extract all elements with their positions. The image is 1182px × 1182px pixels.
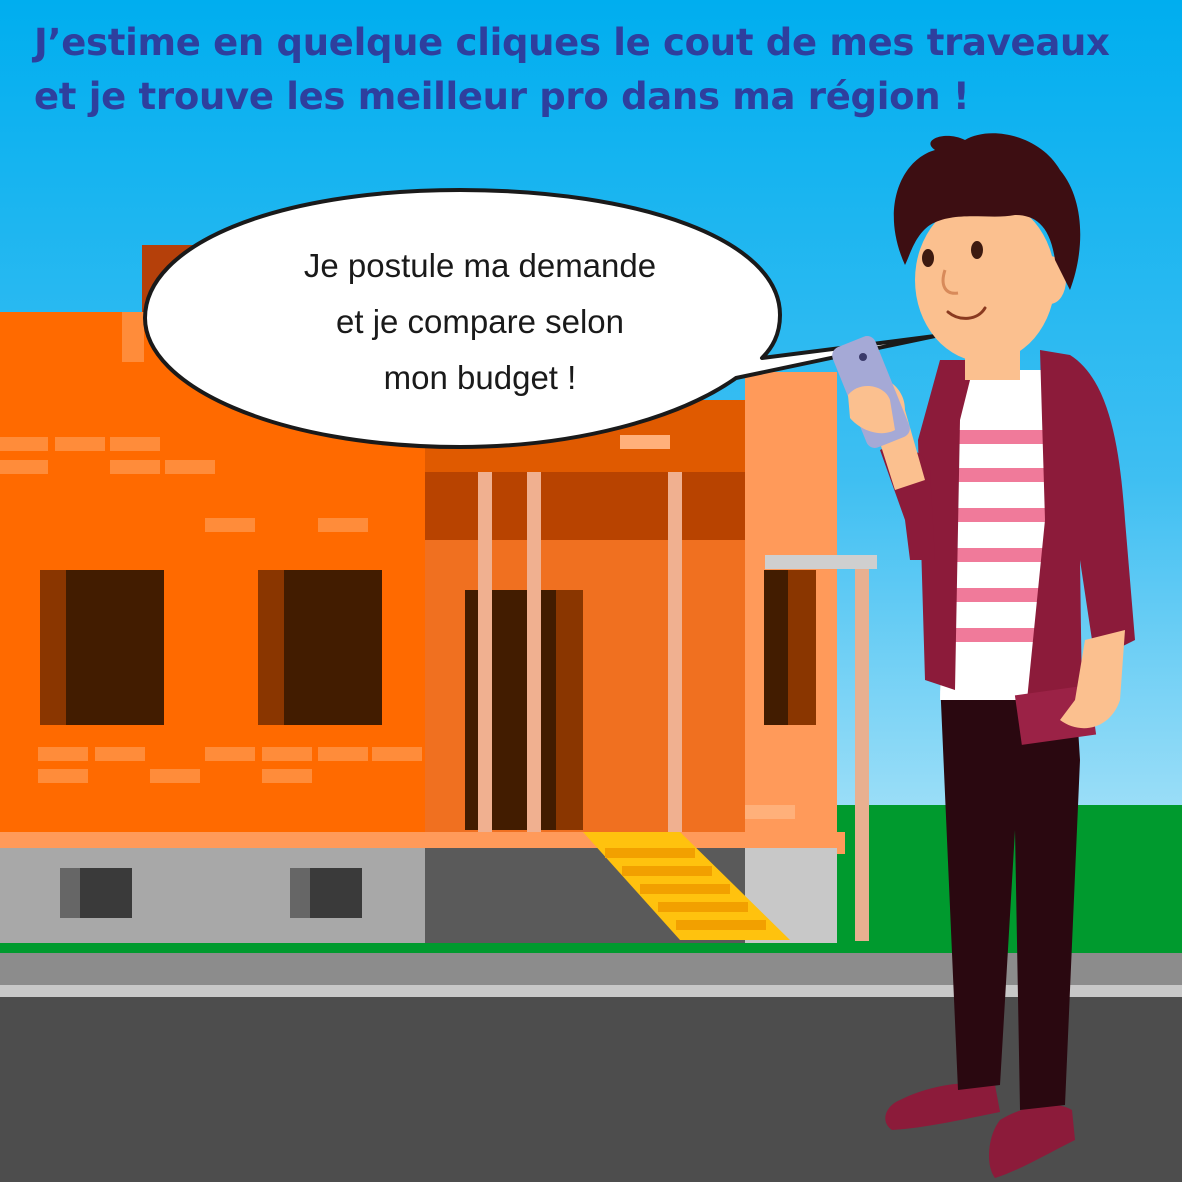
speech-line-1: Je postule ma demande [303,247,657,284]
comic-scene: J’estime en quelque cliques le cout de m… [0,0,1182,1182]
headline-line-2: et je trouve les meilleur pro dans ma ré… [34,75,970,118]
headline: J’estime en quelque cliques le cout de m… [34,16,1154,124]
headline-line-1: J’estime en quelque cliques le cout de m… [34,21,1110,64]
speech-bubble-text: Je postule ma demande et je compare selo… [250,238,710,406]
scene-illustration [0,0,1182,1182]
speech-line-2: et je compare selon [336,303,624,340]
speech-line-3: mon budget ! [383,359,577,396]
